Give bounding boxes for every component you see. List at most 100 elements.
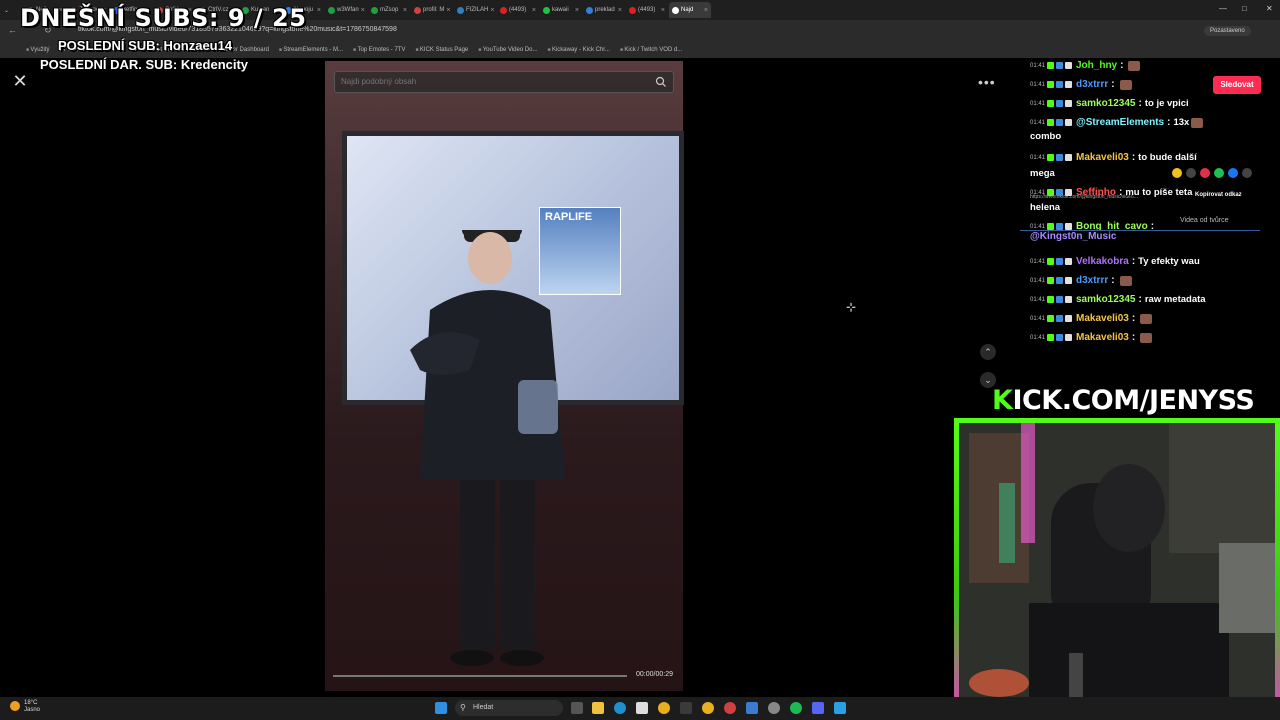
- chat-text: raw metadata: [1144, 294, 1206, 305]
- chat-username[interactable]: Seffinho: [1076, 187, 1116, 198]
- edge-icon[interactable]: [614, 702, 626, 714]
- tab-close-icon[interactable]: ×: [403, 7, 407, 14]
- chat-username[interactable]: Velkakobra: [1076, 256, 1129, 267]
- task-view-icon[interactable]: [571, 702, 583, 714]
- spotify-icon[interactable]: [790, 702, 802, 714]
- bookmark-item[interactable]: Top Emotes - 7TV: [353, 47, 405, 53]
- chat-message: 01:41 samko12345: raw metadata: [1030, 294, 1206, 305]
- start-icon[interactable]: [435, 702, 447, 714]
- badge-icon: [1056, 296, 1063, 303]
- chat-username[interactable]: Makaveli03: [1076, 332, 1129, 343]
- chat-username[interactable]: d3xtrrr: [1076, 275, 1108, 286]
- browser-tab[interactable]: (4493) ×: [626, 2, 668, 18]
- chat-message: 01:41 Makaveli03:: [1030, 332, 1153, 343]
- browser-tab[interactable]: preklad ×: [583, 2, 625, 18]
- browser-tab[interactable]: profil: M ×: [411, 2, 453, 18]
- search-input[interactable]: [341, 77, 641, 86]
- share-icon[interactable]: [1186, 168, 1196, 178]
- tab-close-icon[interactable]: ×: [532, 7, 536, 14]
- copy-link-button[interactable]: Kopírovat odkaz: [1195, 192, 1242, 198]
- app-icon-red[interactable]: [724, 702, 736, 714]
- taskbar-search[interactable]: Hledat: [455, 700, 563, 716]
- share-icons: [1172, 168, 1252, 178]
- chat-text: Ty efekty wau: [1138, 256, 1200, 267]
- creator-videos-tab[interactable]: Videa od tvůrce: [1180, 217, 1229, 224]
- chat-username[interactable]: Makaveli03: [1076, 152, 1129, 163]
- back-icon[interactable]: ←: [8, 25, 17, 35]
- more-options-icon[interactable]: •••: [978, 74, 996, 90]
- notepad-icon[interactable]: [746, 702, 758, 714]
- search-icon[interactable]: [655, 76, 667, 88]
- chat-message: 01:41 Joh_hny:: [1030, 60, 1141, 71]
- badge-icon: [1065, 154, 1072, 161]
- app-icon[interactable]: [680, 702, 692, 714]
- share-icon[interactable]: [1200, 168, 1210, 178]
- tab-close-icon[interactable]: ×: [618, 7, 622, 14]
- browser-tab[interactable]: kawaii ×: [540, 2, 582, 18]
- weather-temp: 18°C: [24, 700, 38, 706]
- chrome-icon[interactable]: [658, 702, 670, 714]
- tab-close-icon[interactable]: ×: [575, 7, 579, 14]
- file-explorer-icon[interactable]: [592, 702, 604, 714]
- maximize-icon[interactable]: □: [1242, 4, 1247, 13]
- close-window-icon[interactable]: ✕: [1266, 4, 1273, 13]
- bookmark-item[interactable]: YouTube Video Do...: [478, 47, 538, 53]
- last-sub-label: POSLEDNÍ SUB: Honzaeu14: [58, 38, 233, 53]
- browser-tab[interactable]: FIZILAH ×: [454, 2, 496, 18]
- tab-close-icon[interactable]: ×: [446, 7, 450, 14]
- browser-tab[interactable]: mZsop ×: [368, 2, 410, 18]
- browser-tab[interactable]: (4493) ×: [497, 2, 539, 18]
- chat-timestamp: 01:41: [1030, 223, 1046, 230]
- last-gift-sub-label: POSLEDNÍ DAR. SUB: Kredencity: [40, 57, 249, 72]
- chat-message: 01:41 Velkakobra: Ty efekty wau: [1030, 256, 1200, 267]
- bookmark-item[interactable]: KICK Status Page: [415, 47, 468, 53]
- bookmark-item[interactable]: Kick / Twitch VOD d...: [620, 47, 682, 53]
- share-icon[interactable]: [1214, 168, 1224, 178]
- close-player-button[interactable]: ✕: [10, 71, 30, 91]
- bookmark-item[interactable]: StreamElements - M...: [279, 47, 343, 53]
- chat-username[interactable]: d3xtrrr: [1076, 79, 1108, 90]
- badge-icon: [1056, 119, 1063, 126]
- badge-icon: [1056, 334, 1063, 341]
- bookmark-item[interactable]: Využitý: [26, 47, 49, 53]
- discord-icon[interactable]: [812, 702, 824, 714]
- video-progress-bar[interactable]: [333, 675, 627, 677]
- tab-close-icon[interactable]: ×: [490, 7, 494, 14]
- profile-button[interactable]: Pozastaveno: [1204, 26, 1251, 36]
- tab-close-icon[interactable]: ×: [661, 7, 665, 14]
- chrome-icon-2[interactable]: [702, 702, 714, 714]
- badge-icon: [1065, 119, 1072, 126]
- chat-emote-icon: [1140, 332, 1153, 343]
- tab-close-icon[interactable]: ×: [361, 7, 365, 14]
- follow-button[interactable]: Sledovat: [1213, 76, 1261, 94]
- browser-tab[interactable]: Najd ×: [669, 2, 711, 18]
- chat-mention: @Kingst0n_Music: [1030, 231, 1117, 242]
- app-icon-blue[interactable]: [834, 702, 846, 714]
- chat-timestamp: 01:41: [1030, 81, 1046, 88]
- bookmark-item[interactable]: Kickaway - Kick Chr...: [548, 47, 610, 53]
- store-icon[interactable]: [636, 702, 648, 714]
- chat-username[interactable]: Makaveli03: [1076, 313, 1129, 324]
- minimize-icon[interactable]: —: [1219, 4, 1227, 13]
- chat-text-continued: combo: [1030, 131, 1062, 142]
- chat-message: 01:41 samko12345: to je vpici: [1030, 98, 1189, 109]
- chat-badges: [1047, 62, 1072, 69]
- chat-username[interactable]: samko12345: [1076, 294, 1136, 305]
- chat-timestamp: 01:41: [1030, 189, 1046, 196]
- settings-icon[interactable]: [768, 702, 780, 714]
- similar-content-search[interactable]: [334, 71, 674, 93]
- chat-username[interactable]: @StreamElements: [1076, 117, 1164, 128]
- tab-close-icon[interactable]: ×: [317, 7, 321, 14]
- badge-icon: [1065, 315, 1072, 322]
- share-icon[interactable]: [1172, 168, 1182, 178]
- badge-icon: [1047, 81, 1054, 88]
- share-icon[interactable]: [1228, 168, 1238, 178]
- previous-video-button[interactable]: ⌃: [980, 344, 996, 360]
- weather-desc: Jasno: [24, 707, 41, 713]
- browser-tab[interactable]: w3Wfan ×: [325, 2, 367, 18]
- share-icon[interactable]: [1242, 168, 1252, 178]
- tab-close-icon[interactable]: ×: [704, 7, 708, 14]
- chat-username[interactable]: samko12345: [1076, 98, 1136, 109]
- weather-widget[interactable]: 18°C Jasno: [24, 700, 40, 714]
- chat-username[interactable]: Joh_hny: [1076, 60, 1117, 71]
